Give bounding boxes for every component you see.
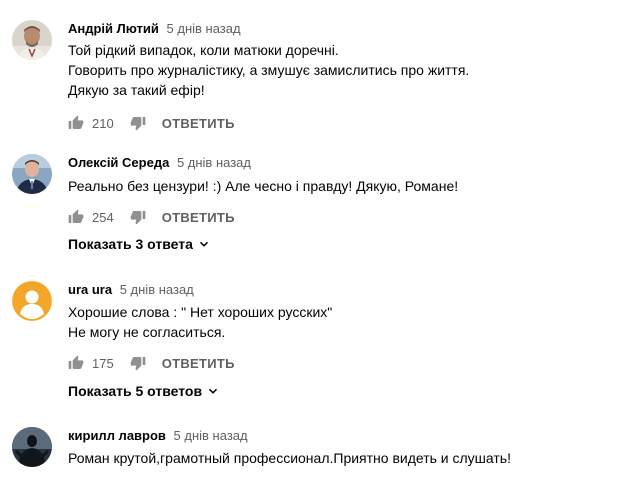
- show-replies-label: Показать 3 ответа: [68, 236, 193, 252]
- comment-thread: Андрій Лютий 5 днів назад Той рідкий вип…: [0, 20, 634, 140]
- author-name[interactable]: Олексій Середа: [68, 155, 169, 170]
- author-avatar[interactable]: [12, 427, 52, 467]
- like-count: 210: [92, 115, 114, 131]
- comment-actions: 254 ОТВЕТИТЬ: [68, 207, 235, 227]
- author-name[interactable]: кирилл лавров: [68, 428, 166, 443]
- chevron-down-icon: [206, 384, 220, 398]
- thumbs-up-icon: [68, 355, 84, 369]
- comment-text: Той рідкий випадок, коли матюки доречні.…: [68, 40, 469, 100]
- comment-line: Реально без цензури! :) Але чесно і прав…: [68, 178, 459, 194]
- author-avatar[interactable]: [12, 281, 52, 321]
- photo-avatar-icon: [12, 20, 52, 60]
- thumbs-down-icon: [130, 357, 146, 371]
- show-replies-label: Показать 5 ответов: [68, 383, 203, 399]
- dislike-button[interactable]: [130, 209, 146, 225]
- like-button[interactable]: [68, 115, 84, 131]
- comment-header: ura ura 5 днів назад: [68, 281, 194, 299]
- comment-header: Андрій Лютий 5 днів назад: [68, 20, 241, 38]
- comment-header: кирилл лавров 5 днів назад: [68, 427, 248, 445]
- photo-avatar-icon: [12, 427, 52, 467]
- comment-actions: 175 ОТВЕТИТЬ: [68, 353, 235, 373]
- comment-line: Роман крутой,грамотный профессионал.Прия…: [68, 450, 511, 466]
- comment-text: Хорошие слова : " Нет хороших русских" Н…: [68, 302, 332, 342]
- photo-avatar-icon: [12, 154, 52, 194]
- thumbs-up-icon: [68, 115, 84, 129]
- author-avatar[interactable]: [12, 20, 52, 60]
- comment-time[interactable]: 5 днів назад: [167, 21, 241, 36]
- author-name[interactable]: ura ura: [68, 282, 112, 297]
- comment-line: Не могу не согласиться.: [68, 324, 226, 340]
- default-user-avatar-icon: [12, 281, 52, 321]
- comment-thread: ura ura 5 днів назад Хорошие слова : " Н…: [0, 281, 634, 401]
- comment-line: Хорошие слова : " Нет хороших русских": [68, 304, 333, 320]
- comment-line: Дякую за такий ефір!: [68, 82, 205, 98]
- like-count: 175: [92, 355, 114, 371]
- author-avatar[interactable]: [12, 154, 52, 194]
- thumbs-down-icon: [130, 211, 146, 225]
- like-count: 254: [92, 209, 114, 225]
- show-replies-button[interactable]: Показать 3 ответа: [68, 234, 211, 254]
- comment-header: Олексій Середа 5 днів назад: [68, 154, 251, 172]
- comment-line: Той рідкий випадок, коли матюки доречні.: [68, 42, 339, 58]
- thumbs-down-icon: [130, 117, 146, 131]
- comment-time[interactable]: 5 днів назад: [120, 282, 194, 297]
- comment-text: Роман крутой,грамотный профессионал.Прия…: [68, 448, 511, 468]
- comment-text: Реально без цензури! :) Але чесно і прав…: [68, 176, 458, 196]
- comments-section: Андрій Лютий 5 днів назад Той рідкий вип…: [0, 0, 634, 480]
- chevron-down-icon: [197, 237, 211, 251]
- like-button[interactable]: [68, 209, 84, 225]
- reply-button[interactable]: ОТВЕТИТЬ: [162, 210, 235, 225]
- author-name[interactable]: Андрій Лютий: [68, 21, 159, 36]
- like-button[interactable]: [68, 355, 84, 371]
- dislike-button[interactable]: [130, 115, 146, 131]
- reply-button[interactable]: ОТВЕТИТЬ: [162, 356, 235, 371]
- comment-line: Говорить про журналістику, а змушує зами…: [68, 62, 470, 78]
- reply-button[interactable]: ОТВЕТИТЬ: [162, 116, 235, 131]
- comment-time[interactable]: 5 днів назад: [177, 155, 251, 170]
- comment-actions: 210 ОТВЕТИТЬ: [68, 113, 235, 133]
- dislike-button[interactable]: [130, 355, 146, 371]
- comment-time[interactable]: 5 днів назад: [174, 428, 248, 443]
- comment-thread: Олексій Середа 5 днів назад Реально без …: [0, 154, 634, 254]
- show-replies-button[interactable]: Показать 5 ответов: [68, 381, 220, 401]
- comment-thread: кирилл лавров 5 днів назад Роман крутой,…: [0, 427, 634, 477]
- thumbs-up-icon: [68, 209, 84, 223]
